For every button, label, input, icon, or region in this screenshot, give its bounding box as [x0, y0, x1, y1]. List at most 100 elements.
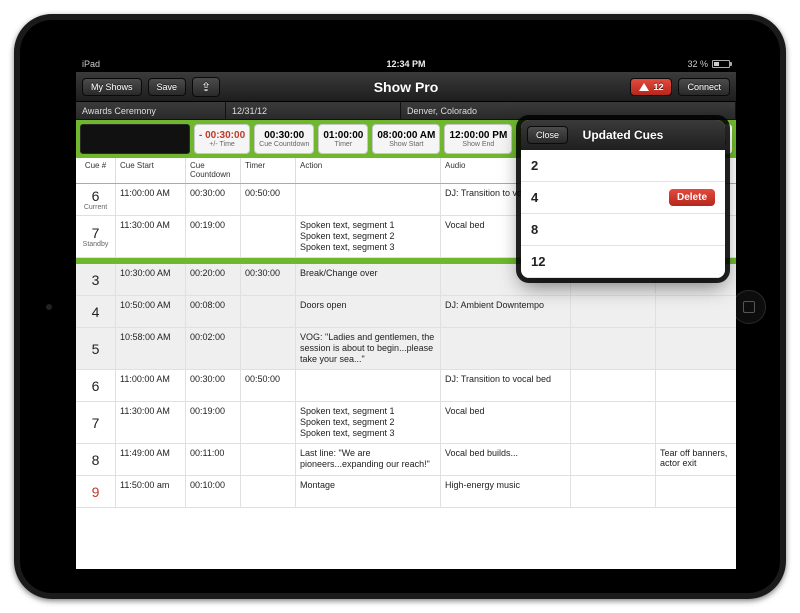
- delete-button[interactable]: Delete: [669, 189, 715, 206]
- cue-video: [571, 370, 656, 402]
- cue-countdown: 00:30:00: [186, 370, 241, 402]
- save-button[interactable]: Save: [148, 78, 187, 96]
- cue-number: 8: [92, 452, 100, 468]
- battery-percent: 32 %: [687, 59, 708, 69]
- updated-cue-row[interactable]: 12: [521, 246, 725, 278]
- cue-start: 10:50:00 AM: [116, 296, 186, 328]
- cue-countdown: 00:02:00: [186, 328, 241, 370]
- cue-status: Standby: [83, 241, 109, 248]
- timer-label: +/- Time: [209, 141, 234, 148]
- connect-button[interactable]: Connect: [678, 78, 730, 96]
- cue-number: 5: [92, 341, 100, 357]
- cue-audio: DJ: Transition to vocal bed: [441, 370, 571, 402]
- updated-cue-row[interactable]: 8: [521, 214, 725, 246]
- carrier-label: iPad: [82, 59, 100, 69]
- table-row[interactable]: 8 11:49:00 AM00:11:00 Last line: "We are p…: [76, 444, 736, 476]
- ipad-frame: iPad 12:34 PM 32 % My Shows Save ⇪ Show …: [14, 14, 786, 599]
- timer-value: 08:00:00 AM: [377, 130, 435, 141]
- updated-cue-row[interactable]: 4Delete: [521, 182, 725, 214]
- display-panel: [80, 124, 190, 154]
- cue-action: Spoken text, segment 1Spoken text, segme…: [296, 402, 441, 444]
- alert-count: 12: [653, 82, 663, 92]
- cue-start: 11:00:00 AM: [116, 370, 186, 402]
- cue-stage: [656, 370, 736, 402]
- updated-cue-number: 12: [531, 254, 545, 269]
- cue-video: [571, 296, 656, 328]
- battery-icon: [712, 60, 730, 68]
- cue-action: Doors open: [296, 296, 441, 328]
- cue-start: 11:30:00 AM: [116, 216, 186, 258]
- cue-start: 11:50:00 am: [116, 476, 186, 508]
- cue-number: 7: [92, 225, 100, 241]
- timer-box-4: 12:00:00 PM Show End: [444, 124, 512, 154]
- cue-start: 10:58:00 AM: [116, 328, 186, 370]
- cue-start: 11:30:00 AM: [116, 402, 186, 444]
- cue-number: 9: [92, 484, 100, 500]
- cue-video: [571, 328, 656, 370]
- timer-value: - 00:30:00: [199, 130, 245, 141]
- updated-cue-row[interactable]: 2: [521, 150, 725, 182]
- cue-timer: [241, 328, 296, 370]
- updated-cue-number: 8: [531, 222, 538, 237]
- timer-box-2: 01:00:00 Timer: [318, 124, 368, 154]
- cue-countdown: 00:11:00: [186, 444, 241, 476]
- clock: 12:34 PM: [386, 59, 425, 69]
- col-count: Cue Countdown: [186, 158, 241, 183]
- cue-number: 6: [92, 378, 100, 394]
- show-location[interactable]: Denver, Colorado: [401, 102, 736, 119]
- cue-stage: Tear off banners, actor exit: [656, 444, 736, 476]
- timer-label: Timer: [335, 141, 353, 148]
- cue-countdown: 00:10:00: [186, 476, 241, 508]
- camera-dot: [46, 304, 52, 310]
- table-row[interactable]: 410:50:00 AM00:08:00Doors openDJ: Ambien…: [76, 296, 736, 328]
- cue-stage: [656, 328, 736, 370]
- timer-value: 01:00:00: [323, 130, 363, 141]
- cue-action: [296, 184, 441, 216]
- table-row[interactable]: 6 11:00:00 AM00:30:0000:50:00 DJ: Transiti…: [76, 370, 736, 402]
- cue-action: VOG: "Ladies and gentlemen, the session …: [296, 328, 441, 370]
- cue-action: Last line: "We are pioneers...expanding …: [296, 444, 441, 476]
- cue-audio: Vocal bed: [441, 402, 571, 444]
- cue-action: Break/Change over: [296, 264, 441, 296]
- table-row[interactable]: 5 10:58:00 AM00:02:00 VOG: "Ladies and gen…: [76, 328, 736, 370]
- timer-label: Show End: [462, 141, 494, 148]
- show-date[interactable]: 12/31/12: [226, 102, 401, 119]
- home-button[interactable]: [732, 290, 766, 324]
- my-shows-button[interactable]: My Shows: [82, 78, 142, 96]
- popover-close-button[interactable]: Close: [527, 126, 568, 144]
- app-screen: iPad 12:34 PM 32 % My Shows Save ⇪ Show …: [76, 56, 736, 569]
- timer-value: 12:00:00 PM: [449, 130, 507, 141]
- col-start: Cue Start: [116, 158, 186, 183]
- cue-start: 11:00:00 AM: [116, 184, 186, 216]
- cue-timer: [241, 444, 296, 476]
- cue-timer: 00:50:00: [241, 370, 296, 402]
- cue-stage: [656, 476, 736, 508]
- cue-video: [571, 476, 656, 508]
- updated-cue-number: 2: [531, 158, 538, 173]
- cue-start: 11:49:00 AM: [116, 444, 186, 476]
- cue-countdown: 00:19:00: [186, 216, 241, 258]
- cue-audio: [441, 328, 571, 370]
- table-row[interactable]: 711:30:00 AM00:19:00Spoken text, segment…: [76, 402, 736, 444]
- cue-stage: [656, 402, 736, 444]
- cue-video: [571, 444, 656, 476]
- updated-cues-popover: Close Updated Cues 24Delete812: [521, 120, 725, 278]
- timer-label: Cue Countdown: [259, 141, 309, 148]
- table-row[interactable]: 9 11:50:00 am00:10:00 MontageHigh-energy m…: [76, 476, 736, 508]
- cue-action: Montage: [296, 476, 441, 508]
- cue-number: 4: [92, 304, 100, 320]
- ios-status-bar: iPad 12:34 PM 32 %: [76, 56, 736, 72]
- timer-box-0: - 00:30:00 +/- Time: [194, 124, 250, 154]
- cue-start: 10:30:00 AM: [116, 264, 186, 296]
- share-button[interactable]: ⇪: [192, 77, 220, 97]
- alerts-button[interactable]: 12: [630, 78, 672, 96]
- cue-number: 3: [92, 272, 100, 288]
- cue-timer: [241, 476, 296, 508]
- cue-audio: High-energy music: [441, 476, 571, 508]
- timer-box-1: 00:30:00 Cue Countdown: [254, 124, 314, 154]
- app-toolbar: My Shows Save ⇪ Show Pro 12 Connect: [76, 72, 736, 102]
- cue-timer: 00:30:00: [241, 264, 296, 296]
- app-title: Show Pro: [374, 79, 439, 95]
- cue-audio: DJ: Ambient Downtempo: [441, 296, 571, 328]
- show-name[interactable]: Awards Ceremony: [76, 102, 226, 119]
